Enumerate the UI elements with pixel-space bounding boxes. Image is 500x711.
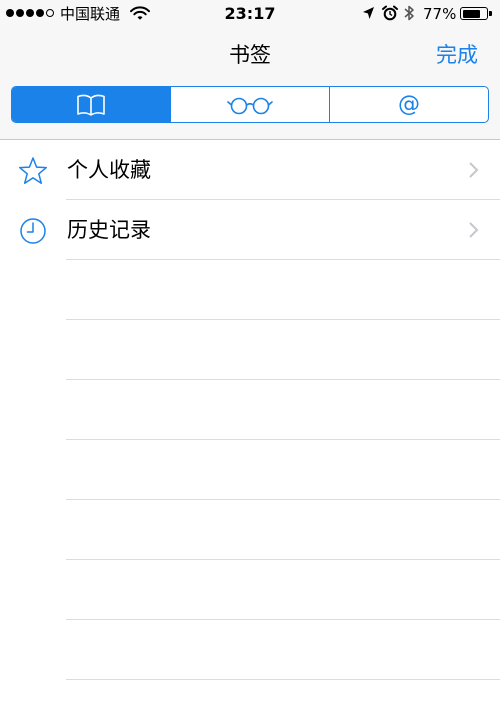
battery-percentage: 77% (423, 5, 457, 23)
chevron-right-icon (469, 222, 479, 238)
bluetooth-icon (404, 5, 414, 21)
bookmarks-list: 个人收藏 历史记录 (0, 140, 500, 680)
list-item-history[interactable]: 历史记录 (0, 200, 500, 260)
at-sign-icon: @ (398, 91, 420, 117)
row-divider (66, 259, 500, 260)
navigation-bar: 书签 完成 @ (0, 28, 500, 140)
row-divider (66, 679, 500, 680)
glasses-icon (227, 97, 273, 114)
page-title: 书签 (229, 43, 271, 67)
row-divider (66, 559, 500, 560)
location-arrow-icon (363, 7, 374, 19)
alarm-clock-icon (382, 5, 398, 21)
book-icon (77, 94, 105, 116)
tab-bookmarks[interactable] (12, 87, 171, 122)
battery-icon (460, 7, 488, 20)
bookmarks-segmented-control: @ (11, 86, 489, 123)
tab-reading-list[interactable] (171, 87, 330, 122)
row-divider (66, 379, 500, 380)
chevron-right-icon (469, 162, 479, 178)
status-bar: 中国联通 23:17 77% (0, 0, 500, 28)
tab-shared-links[interactable]: @ (330, 87, 488, 122)
row-divider (66, 319, 500, 320)
done-button[interactable]: 完成 (436, 41, 478, 69)
clock-icon (20, 218, 46, 244)
list-item-favorites[interactable]: 个人收藏 (0, 140, 500, 200)
row-divider (66, 499, 500, 500)
star-icon (18, 157, 48, 184)
row-divider (66, 439, 500, 440)
battery-level-fill (462, 9, 481, 18)
list-item-label: 历史记录 (67, 218, 151, 242)
row-divider (66, 619, 500, 620)
list-item-label: 个人收藏 (67, 158, 151, 182)
battery-tip (489, 11, 492, 16)
